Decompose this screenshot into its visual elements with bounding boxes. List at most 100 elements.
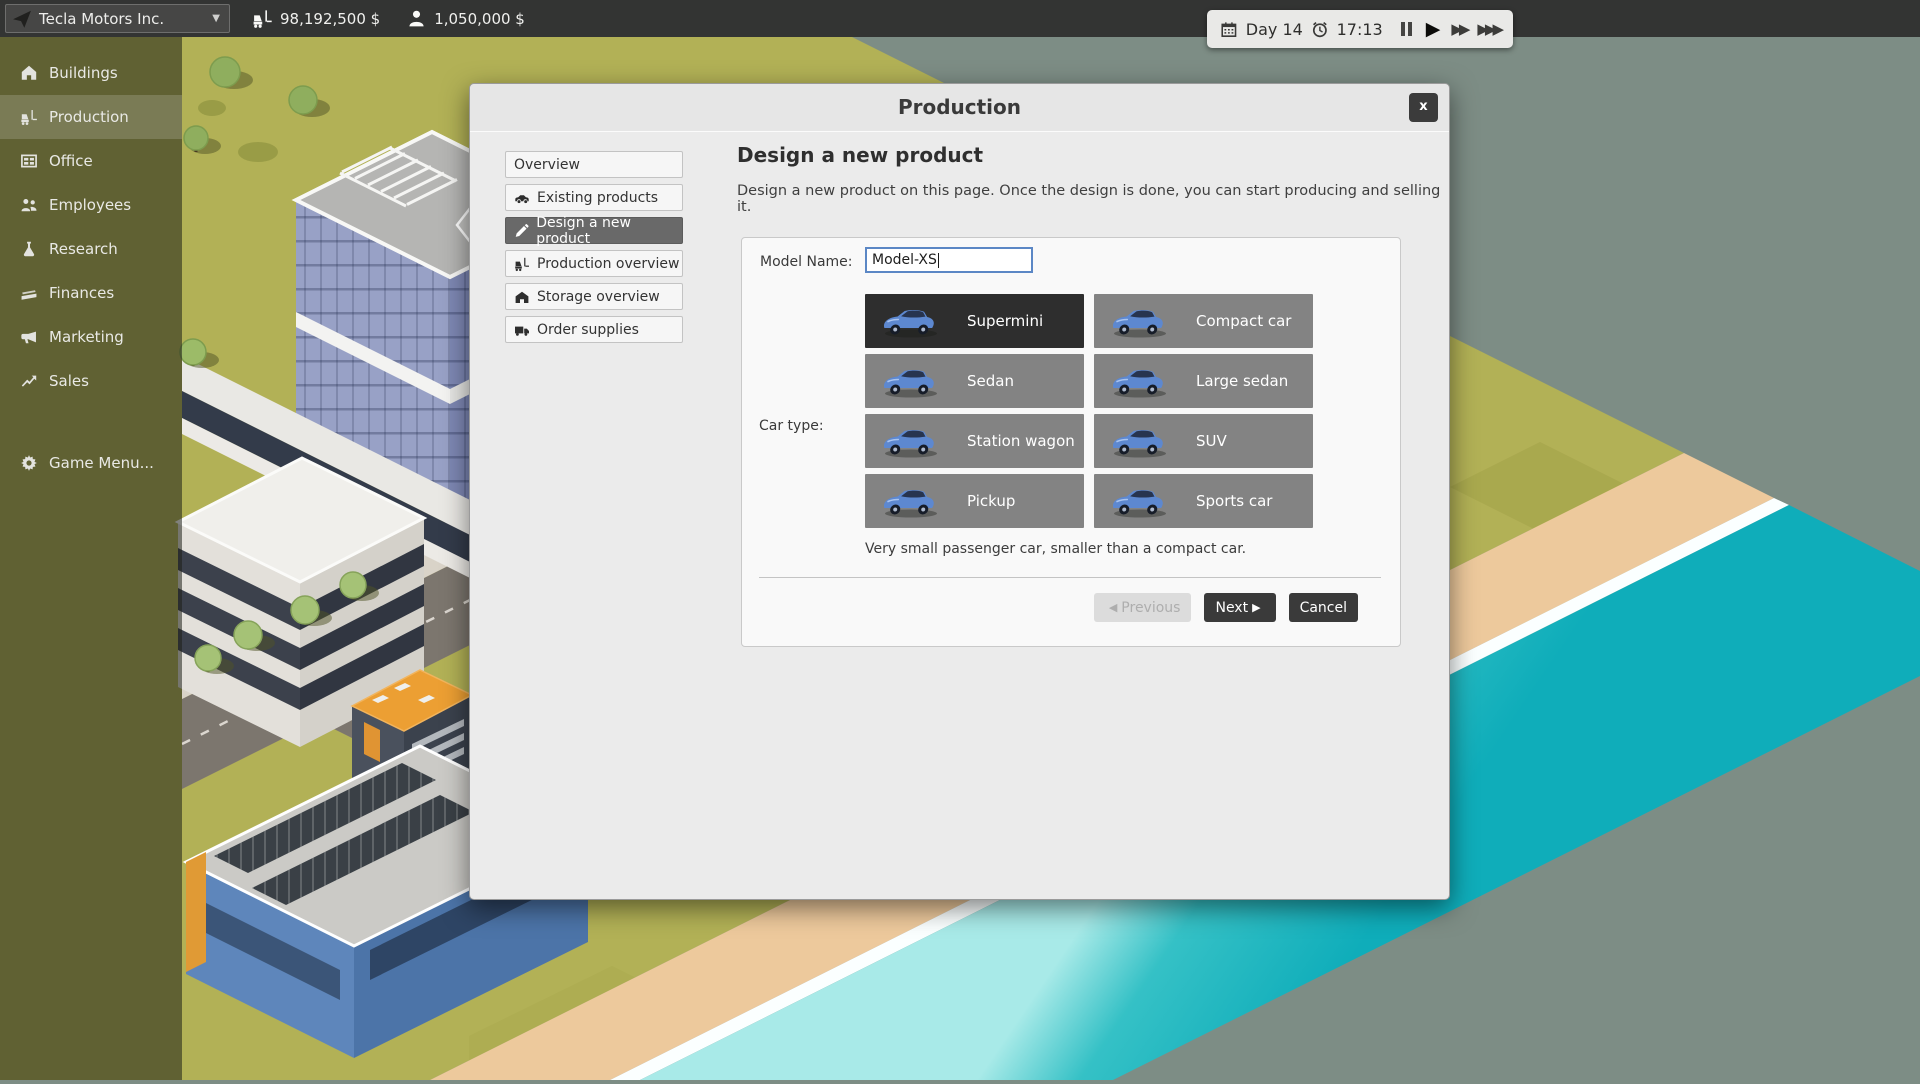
car-type-sedan[interactable]: Sedan <box>865 354 1084 408</box>
tab-label: Order supplies <box>537 322 639 338</box>
tab-label: Design a new product <box>536 215 682 247</box>
top-bar: Tecla Motors Inc. ▼ 98,192,500 $ 1,050,0… <box>0 0 1920 37</box>
sidebar-item-label: Production <box>49 108 129 126</box>
close-button[interactable]: x <box>1409 93 1438 122</box>
car-type-supermini[interactable]: Supermini <box>865 294 1084 348</box>
car-illustration-icon <box>1110 483 1170 519</box>
finances-icon <box>20 284 38 302</box>
sidebar: Buildings Production Office Employees Resear… <box>0 37 182 1080</box>
wizard-buttons: ◀ Previous Next ▶ Cancel <box>1094 593 1358 622</box>
home-icon <box>20 64 38 82</box>
company-logo-icon <box>11 8 33 30</box>
model-name-value: Model-XS <box>872 252 937 268</box>
car-type-label: SUV <box>1196 432 1227 450</box>
car-illustration-icon <box>1110 423 1170 459</box>
car-illustration-icon <box>881 423 941 459</box>
car-type-label: Car type: <box>759 418 824 434</box>
tab-label: Existing products <box>537 190 658 206</box>
sidebar-item-office[interactable]: Office <box>0 139 182 183</box>
left-arrow-icon: ◀ <box>1109 601 1117 614</box>
model-name-input[interactable]: Model-XS <box>865 247 1033 273</box>
pause-button[interactable] <box>1401 22 1415 36</box>
research-icon <box>20 240 38 258</box>
tab-existing-products[interactable]: Existing products <box>505 184 683 211</box>
sales-icon <box>20 372 38 390</box>
car-illustration-icon <box>881 363 941 399</box>
sidebar-item-label: Marketing <box>49 328 124 346</box>
tab-order-supplies[interactable]: Order supplies <box>505 316 683 343</box>
gear-icon <box>20 454 38 472</box>
car-type-label: Sedan <box>967 372 1014 390</box>
tab-label: Storage overview <box>537 289 660 305</box>
clock-icon <box>1311 20 1329 39</box>
personal-funds: 1,050,000 $ <box>406 8 525 29</box>
car-type-grid: Supermini Compact car Sedan Large sedan Stat… <box>865 294 1313 528</box>
play-button[interactable]: ▶ <box>1426 20 1441 39</box>
tab-production-overview[interactable]: Production overview <box>505 250 683 277</box>
car-illustration-icon <box>1110 363 1170 399</box>
car-type-suv[interactable]: SUV <box>1094 414 1313 468</box>
sidebar-item-game-menu[interactable]: Game Menu... <box>0 441 182 485</box>
car-type-station-wagon[interactable]: Station wagon <box>865 414 1084 468</box>
car-type-label: Pickup <box>967 492 1015 510</box>
warehouse-icon <box>514 289 530 305</box>
car-type-sports-car[interactable]: Sports car <box>1094 474 1313 528</box>
production-dialog: Production x Overview Existing products De… <box>469 83 1450 900</box>
fast-forward-button[interactable]: ▶▶ <box>1451 22 1466 37</box>
sidebar-item-label: Finances <box>49 284 114 302</box>
tab-overview[interactable]: Overview <box>505 151 683 178</box>
tab-label: Overview <box>514 157 580 173</box>
cancel-button[interactable]: Cancel <box>1289 593 1358 622</box>
sidebar-item-buildings[interactable]: Buildings <box>0 51 182 95</box>
pencil-icon <box>514 223 529 239</box>
page-description: Design a new product on this page. Once … <box>737 183 1449 215</box>
employees-icon <box>20 196 38 214</box>
sidebar-item-research[interactable]: Research <box>0 227 182 271</box>
car-type-large-sedan[interactable]: Large sedan <box>1094 354 1313 408</box>
sidebar-item-production[interactable]: Production <box>0 95 182 139</box>
design-form-panel: Model Name: Model-XS Car type: Supermini… <box>741 237 1401 647</box>
office-icon <box>20 152 38 170</box>
marketing-icon <box>20 328 38 346</box>
dialog-body: Overview Existing products Design a new pr… <box>470 131 1449 899</box>
game-day: Day 14 <box>1246 20 1303 39</box>
sidebar-item-label: Buildings <box>49 64 118 82</box>
forklift-icon <box>252 8 273 29</box>
sidebar-item-finances[interactable]: Finances <box>0 271 182 315</box>
tab-storage-overview[interactable]: Storage overview <box>505 283 683 310</box>
tab-design-a-new-product[interactable]: Design a new product <box>505 217 683 244</box>
car-icon <box>514 190 530 206</box>
car-type-label: Large sedan <box>1196 372 1288 390</box>
previous-button[interactable]: ◀ Previous <box>1094 593 1192 622</box>
car-type-compact-car[interactable]: Compact car <box>1094 294 1313 348</box>
game-time: 17:13 <box>1337 20 1383 39</box>
sidebar-item-label: Employees <box>49 196 131 214</box>
company-funds: 98,192,500 $ <box>252 8 380 29</box>
speed-controls: ▶▶▶▶▶▶ <box>1401 20 1500 39</box>
model-name-label: Model Name: <box>760 254 853 270</box>
chevron-down-icon: ▼ <box>212 13 220 24</box>
sidebar-item-label: Research <box>49 240 118 258</box>
person-icon <box>406 8 427 29</box>
car-illustration-icon <box>881 303 941 339</box>
car-type-pickup[interactable]: Pickup <box>865 474 1084 528</box>
car-illustration-icon <box>881 483 941 519</box>
next-button[interactable]: Next ▶ <box>1204 593 1275 622</box>
dialog-header: Production x <box>470 84 1449 132</box>
forklift-icon <box>20 108 38 126</box>
company-funds-value: 98,192,500 $ <box>280 10 380 28</box>
sidebar-item-label: Office <box>49 152 93 170</box>
calendar-icon <box>1220 20 1238 39</box>
dialog-title: Production <box>470 84 1449 131</box>
company-selector[interactable]: Tecla Motors Inc. ▼ <box>5 4 230 33</box>
personal-funds-value: 1,050,000 $ <box>434 10 525 28</box>
sidebar-item-employees[interactable]: Employees <box>0 183 182 227</box>
sidebar-item-sales[interactable]: Sales <box>0 359 182 403</box>
fastest-forward-button[interactable]: ▶▶▶ <box>1477 22 1500 37</box>
car-type-label: Supermini <box>967 312 1043 330</box>
tab-label: Production overview <box>537 256 679 272</box>
car-illustration-icon <box>1110 303 1170 339</box>
divider <box>759 577 1381 578</box>
sidebar-item-marketing[interactable]: Marketing <box>0 315 182 359</box>
forklift-icon <box>514 256 530 272</box>
